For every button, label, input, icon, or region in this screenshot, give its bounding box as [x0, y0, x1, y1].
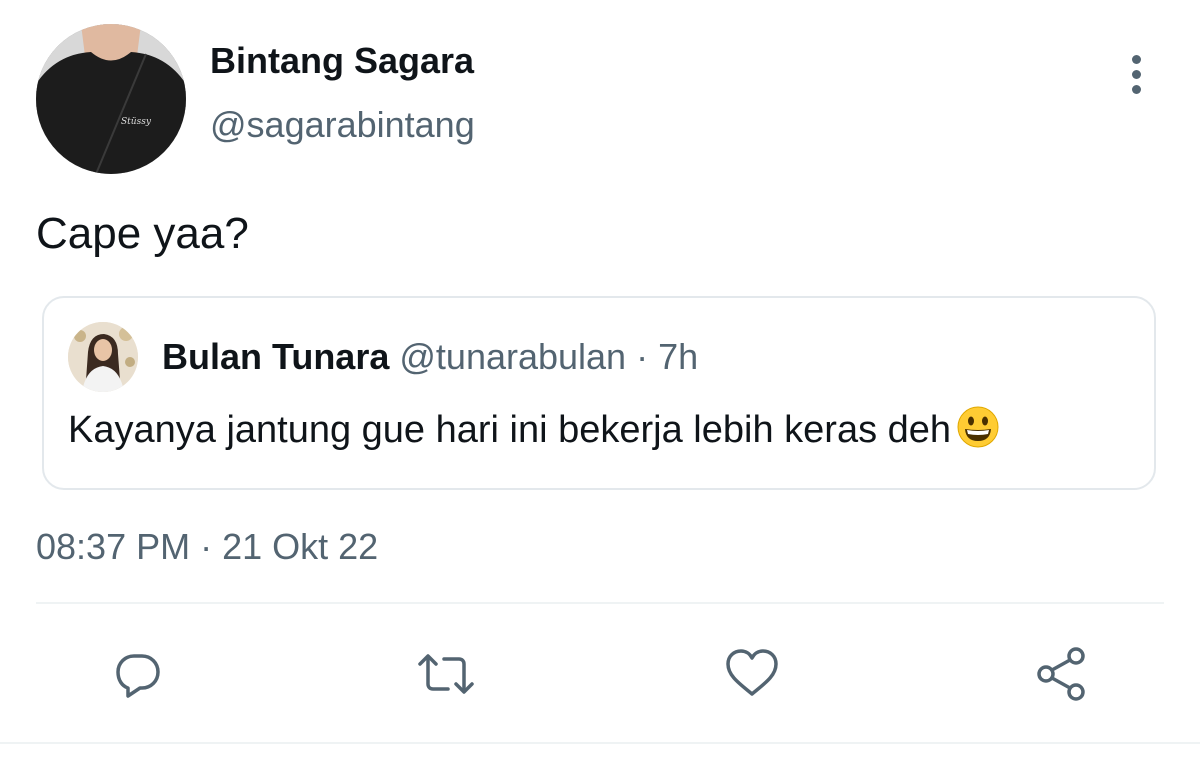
grinning-face-emoji	[957, 406, 999, 458]
quoted-author-avatar-image	[68, 322, 138, 392]
more-vertical-icon-dot	[1131, 84, 1141, 94]
share-icon	[1037, 647, 1085, 701]
svg-text:Stüssy: Stüssy	[121, 117, 152, 127]
quoted-author-display-name[interactable]: Bulan Tunara	[162, 336, 389, 377]
like-button[interactable]	[722, 644, 782, 704]
author-handle[interactable]: @sagarabintang	[210, 104, 475, 146]
retweet-icon	[418, 654, 474, 694]
tweet-timestamp[interactable]: 08:37 PM · 21 Okt 22	[36, 526, 378, 568]
quoted-tweet-text: Kayanya jantung gue hari ini bekerja leb…	[68, 406, 999, 458]
quoted-author-avatar	[68, 322, 138, 392]
share-button[interactable]	[1032, 644, 1092, 704]
tweet-text: Cape yaa?	[36, 209, 249, 258]
quoted-tweet-text-content: Kayanya jantung gue hari ini bekerja leb…	[68, 409, 952, 451]
author-avatar-image: Stüssy	[36, 24, 186, 174]
more-options-button[interactable]	[1112, 50, 1160, 98]
reply-button[interactable]	[108, 644, 168, 704]
quoted-tweet-header: Bulan Tunara @tunarabulan · 7h	[162, 336, 698, 378]
bottom-divider	[0, 742, 1200, 744]
more-vertical-icon-dot	[1131, 69, 1141, 79]
retweet-button[interactable]	[416, 644, 476, 704]
more-vertical-icon	[1131, 54, 1141, 64]
author-avatar[interactable]: Stüssy	[36, 24, 186, 174]
author-display-name[interactable]: Bintang Sagara	[210, 40, 474, 82]
divider	[36, 602, 1164, 604]
heart-icon	[726, 649, 778, 696]
reply-icon	[116, 654, 160, 698]
quoted-tweet-card[interactable]: Bulan Tunara @tunarabulan · 7h Kayanya j…	[42, 296, 1156, 490]
quoted-author-meta: @tunarabulan · 7h	[399, 336, 699, 377]
